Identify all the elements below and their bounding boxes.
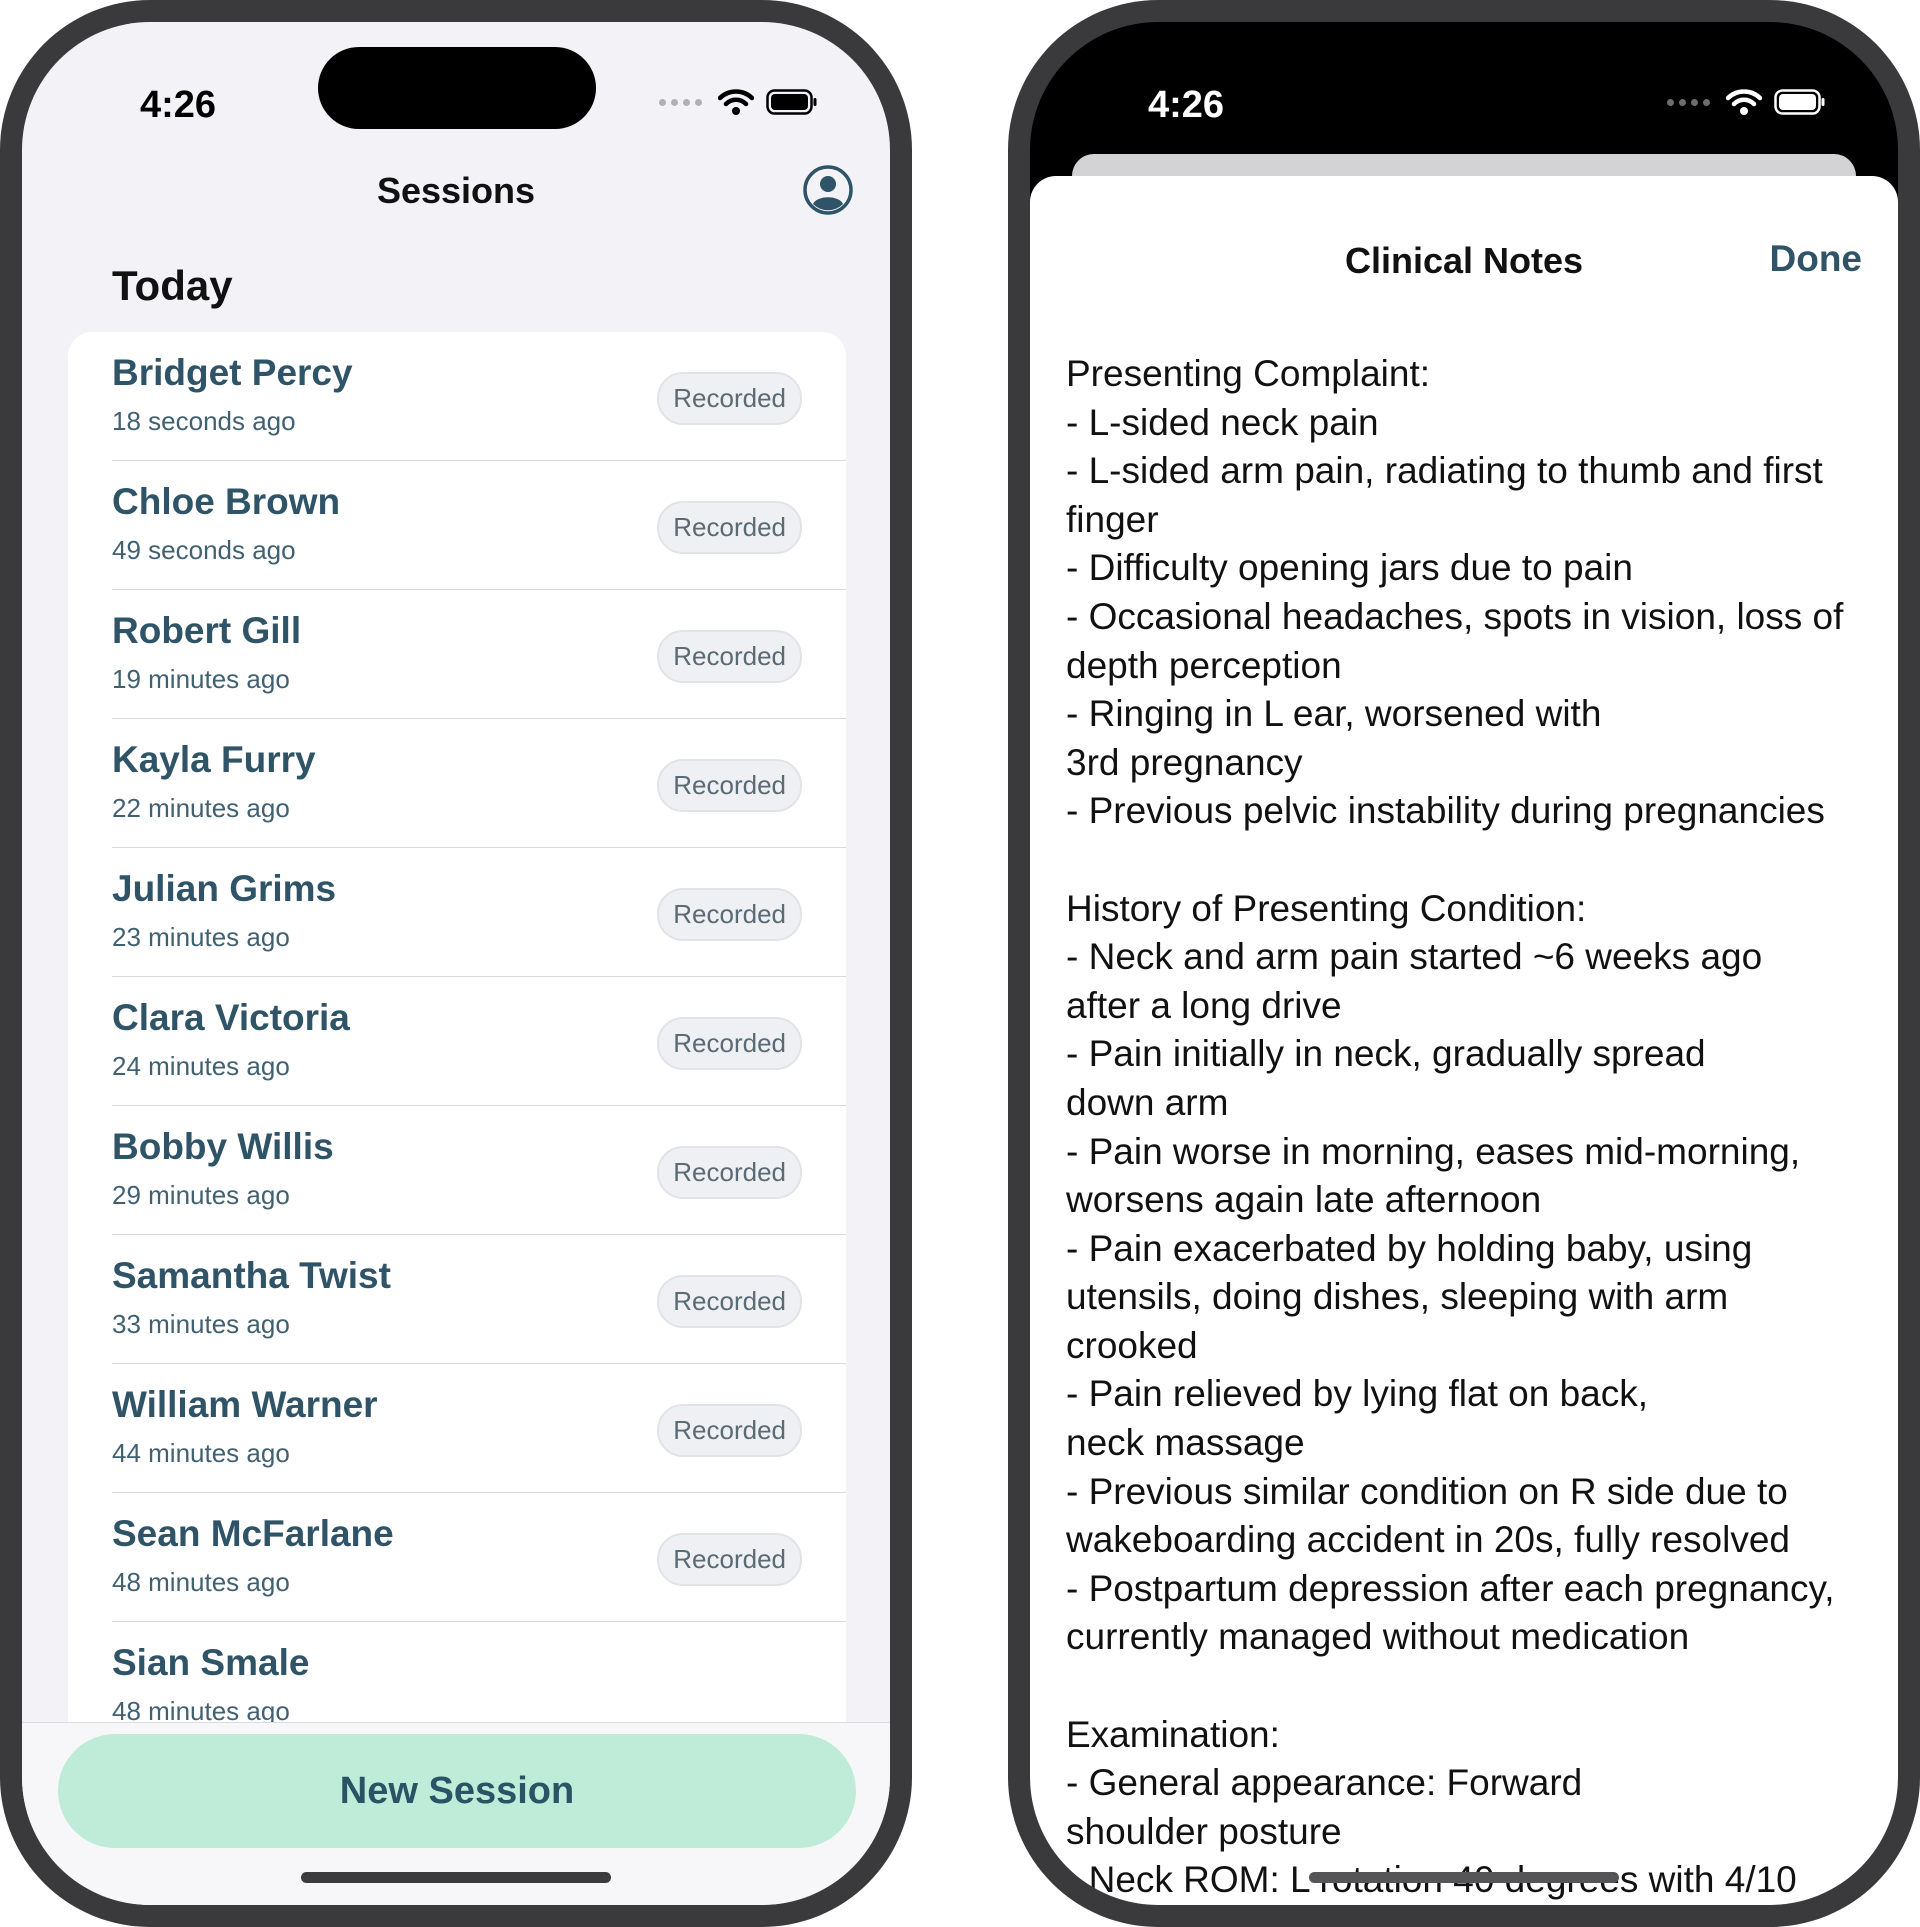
session-list: Bridget Percy 18 seconds ago Recorded Chloe…	[68, 332, 846, 1742]
status-badge: Recorded	[657, 372, 802, 425]
session-timestamp: 29 minutes ago	[112, 1180, 290, 1210]
notes-line: - L-sided neck pain	[1066, 401, 1379, 443]
session-timestamp: 22 minutes ago	[112, 793, 290, 823]
wifi-icon	[1726, 89, 1762, 115]
battery-icon	[766, 89, 817, 115]
notes-line: - Postpartum depression after each pregn…	[1066, 1567, 1845, 1658]
section-header-today: Today	[112, 262, 233, 309]
session-name: Bobby Willis	[112, 1126, 334, 1167]
session-name: Robert Gill	[112, 610, 302, 651]
status-badge: Recorded	[657, 1404, 802, 1457]
status-time: 4:26	[1148, 84, 1225, 126]
signal-icon	[659, 98, 702, 106]
session-timestamp: 23 minutes ago	[112, 922, 290, 952]
new-session-button[interactable]: New Session	[58, 1734, 856, 1848]
session-name: Julian Grims	[112, 868, 337, 909]
status-icons	[1667, 88, 1826, 116]
sessions-screen: 4:26 Sessions Today Bridget Percy 18 seco…	[22, 22, 890, 1905]
session-row[interactable]: Bridget Percy 18 seconds ago Recorded	[68, 332, 846, 461]
session-row[interactable]: Clara Victoria 24 minutes ago Recorded	[68, 977, 846, 1106]
status-badge: Recorded	[657, 630, 802, 683]
status-icons	[659, 88, 818, 116]
session-timestamp: 24 minutes ago	[112, 1051, 290, 1081]
session-row[interactable]: Sean McFarlane 48 minutes ago Recorded	[68, 1493, 846, 1622]
phone-sessions: 4:26 Sessions Today Bridget Percy 18 seco…	[0, 0, 912, 1927]
session-row[interactable]: Julian Grims 23 minutes ago Recorded	[68, 848, 846, 977]
notes-line: - Pain worse in morning, eases mid-morni…	[1066, 1130, 1811, 1221]
status-badge: Recorded	[657, 1146, 802, 1199]
notes-line: - Previous pelvic instability during pre…	[1066, 790, 1825, 832]
notes-line: - Pain initially in neck, gradually spre…	[1066, 1033, 1706, 1123]
status-badge: Recorded	[657, 1533, 802, 1586]
notes-line: - Difficulty opening jars due to pain	[1066, 547, 1633, 589]
notes-line: - Occasional headaches, spots in vision,…	[1066, 595, 1854, 686]
notes-section-heading: Presenting Complaint:	[1066, 353, 1431, 394]
status-badge: Recorded	[657, 501, 802, 554]
session-name: Sean McFarlane	[112, 1513, 394, 1554]
notes-line: - Ringing in L ear, worsened with 3rd pr…	[1066, 693, 1602, 783]
notes-line: - General appearance: Forward shoulder p…	[1066, 1762, 1583, 1852]
session-name: Sian Smale	[112, 1642, 310, 1683]
session-row[interactable]: Robert Gill 19 minutes ago Recorded	[68, 590, 846, 719]
session-timestamp: 33 minutes ago	[112, 1309, 290, 1339]
status-badge: Recorded	[657, 759, 802, 812]
notes-line: - Pain exacerbated by holding baby, usin…	[1066, 1227, 1763, 1366]
battery-icon	[1774, 89, 1825, 115]
clinical-notes-screen: 4:26 Clinical Notes Done Presenting Comp…	[1030, 22, 1898, 1905]
session-row[interactable]: William Warner 44 minutes ago Recorded	[68, 1364, 846, 1493]
clinical-notes-sheet: Clinical Notes Done Presenting Complaint…	[1030, 176, 1898, 1905]
status-time: 4:26	[140, 84, 217, 126]
session-name: William Warner	[112, 1384, 378, 1425]
session-name: Samantha Twist	[112, 1255, 391, 1296]
done-button[interactable]: Done	[1770, 238, 1863, 280]
notes-line: - L-sided arm pain, radiating to thumb a…	[1066, 450, 1834, 540]
notes-section-heading: Examination:	[1066, 1713, 1280, 1755]
session-timestamp: 44 minutes ago	[112, 1438, 290, 1468]
session-row[interactable]: Samantha Twist 33 minutes ago Recorded	[68, 1235, 846, 1364]
session-name: Clara Victoria	[112, 997, 350, 1038]
home-indicator[interactable]	[301, 1872, 611, 1883]
session-name: Chloe Brown	[112, 481, 341, 522]
notes-body[interactable]: Presenting Complaint: - L-sided neck pain…	[1066, 350, 1858, 1905]
sheet-title: Clinical Notes	[1344, 240, 1584, 281]
notes-line: - Neck and arm pain started ~6 weeks ago…	[1066, 936, 1763, 1026]
dynamic-island	[318, 47, 596, 129]
notes-line: - Previous similar condition on R side d…	[1066, 1470, 1799, 1561]
session-name: Bridget Percy	[112, 352, 353, 393]
phone-clinical-notes: 4:26 Clinical Notes Done Presenting Comp…	[1008, 0, 1920, 1927]
session-timestamp: 48 minutes ago	[112, 1567, 290, 1597]
status-badge: Recorded	[657, 888, 802, 941]
session-row[interactable]: Chloe Brown 49 seconds ago Recorded	[68, 461, 846, 590]
session-timestamp: 19 minutes ago	[112, 664, 290, 694]
session-name: Kayla Furry	[112, 739, 316, 780]
session-row[interactable]: Bobby Willis 29 minutes ago Recorded	[68, 1106, 846, 1235]
person-circle-icon[interactable]	[802, 164, 854, 216]
signal-icon	[1667, 98, 1710, 106]
home-indicator[interactable]	[1309, 1872, 1619, 1883]
wifi-icon	[718, 89, 754, 115]
page-title: Sessions	[376, 170, 536, 211]
notes-section: History of Presenting Condition: - Neck a…	[1066, 885, 1858, 1663]
session-row[interactable]: Kayla Furry 22 minutes ago Recorded	[68, 719, 846, 848]
session-timestamp: 49 seconds ago	[112, 535, 296, 565]
session-timestamp: 18 seconds ago	[112, 406, 296, 436]
notes-section: Presenting Complaint: - L-sided neck pain…	[1066, 350, 1858, 836]
status-badge: Recorded	[657, 1275, 802, 1328]
notes-line: - Pain relieved by lying flat on back, n…	[1066, 1373, 1649, 1464]
status-badge: Recorded	[657, 1017, 802, 1070]
notes-section-heading: History of Presenting Condition:	[1066, 887, 1587, 929]
